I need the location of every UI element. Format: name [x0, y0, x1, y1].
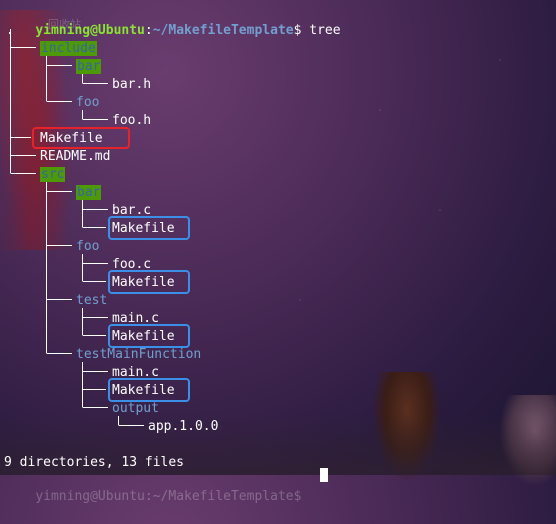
dir-src-foo: foo: [76, 239, 100, 254]
prompt-line: yimning@Ubuntu:~/MakefileTemplate$ tree: [35, 23, 341, 38]
dir-src-test: test: [76, 293, 108, 308]
dir-src-testmainfunction: testMainFunction: [76, 347, 202, 362]
file-bar-h: bar.h: [112, 77, 152, 92]
dir-bar: bar: [76, 59, 102, 74]
next-prompt-partial: yimning@Ubuntu:~/MakefileTemplate$: [35, 489, 302, 504]
terminal-window[interactable]: yimning@Ubuntu:~/MakefileTemplate$ tree …: [4, 2, 556, 504]
file-app-binary: app.1.0.0: [148, 419, 219, 434]
dir-foo: foo: [76, 95, 100, 110]
command-text: tree: [309, 23, 341, 38]
dir-src-bar: bar: [76, 185, 102, 200]
tree-root: .: [6, 23, 14, 38]
file-readme: README.md: [40, 149, 111, 164]
dir-output: output: [112, 401, 159, 416]
prompt-path: ~/MakefileTemplate: [152, 23, 294, 38]
annotation-box-red-makefile: [32, 127, 130, 149]
annotation-box-blue-makefile-testmain: [108, 378, 190, 402]
prompt-user-host: yimning@Ubuntu: [35, 23, 145, 38]
annotation-box-blue-makefile-bar: [108, 216, 190, 240]
dir-src: src: [40, 167, 66, 182]
annotation-box-blue-makefile-test: [108, 324, 190, 348]
dir-include: include: [40, 41, 97, 56]
terminal-cursor: [320, 468, 328, 482]
annotation-box-blue-makefile-foo: [108, 270, 190, 294]
prompt-symbol: $: [293, 23, 302, 38]
